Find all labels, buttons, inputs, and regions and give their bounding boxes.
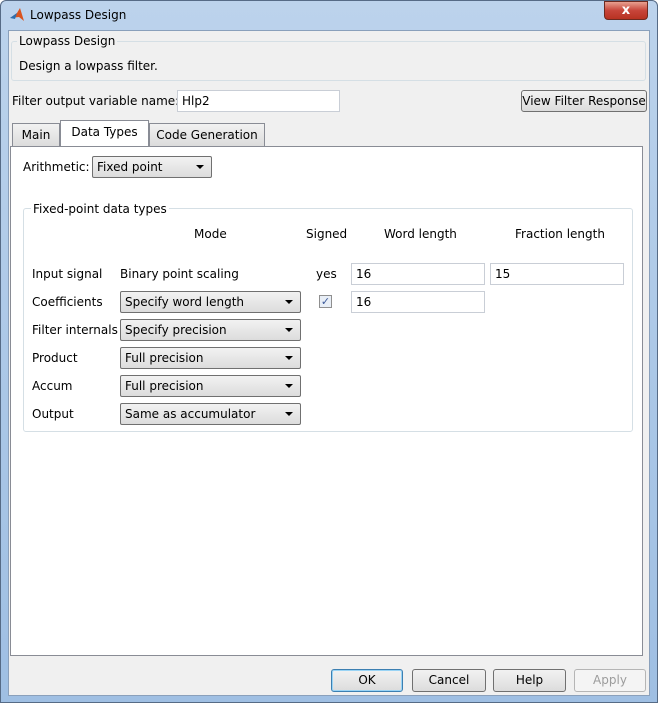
col-signed: Signed: [306, 227, 348, 241]
chevron-down-icon: [285, 328, 293, 332]
row-label-coefficients: Coefficients: [32, 295, 103, 309]
tab-data-types[interactable]: Data Types: [60, 120, 149, 146]
check-icon: ✓: [320, 295, 331, 308]
coefficients-mode-value: Specify word length: [125, 295, 245, 309]
input-signal-mode: Binary point scaling: [120, 267, 239, 281]
output-var-label: Filter output variable name:: [12, 94, 180, 108]
input-signal-word-length[interactable]: 16: [351, 263, 485, 285]
row-label-output: Output: [32, 407, 74, 421]
coefficients-word-length[interactable]: 16: [351, 291, 485, 313]
chevron-down-icon: [285, 384, 293, 388]
row-label-accum: Accum: [32, 379, 73, 393]
filter-internals-mode-select[interactable]: Specify precision: [120, 319, 301, 341]
header-group-title: Lowpass Design: [17, 34, 118, 48]
cancel-button[interactable]: Cancel: [412, 669, 486, 692]
accum-mode-select[interactable]: Full precision: [120, 375, 301, 397]
col-fraction-length: Fraction length: [515, 227, 605, 241]
view-filter-response-button[interactable]: View Filter Response: [521, 90, 647, 112]
fixed-point-group: [23, 208, 633, 432]
product-mode-value: Full precision: [125, 351, 204, 365]
input-signal-fraction-length[interactable]: 15: [490, 263, 624, 285]
chevron-down-icon: [285, 412, 293, 416]
input-signal-signed: yes: [316, 267, 337, 281]
window-title: Lowpass Design: [30, 8, 127, 22]
coefficients-signed-checkbox[interactable]: ✓: [319, 295, 332, 308]
header-description: Design a lowpass filter.: [19, 59, 158, 73]
matlab-logo-icon: [10, 8, 24, 21]
arithmetic-value: Fixed point: [97, 160, 163, 174]
coefficients-mode-select[interactable]: Specify word length: [120, 291, 301, 313]
output-var-input[interactable]: Hlp2: [177, 90, 340, 112]
row-label-product: Product: [32, 351, 78, 365]
output-mode-value: Same as accumulator: [125, 407, 256, 421]
apply-button[interactable]: Apply: [574, 669, 646, 692]
col-word-length: Word length: [384, 227, 457, 241]
fixed-point-title: Fixed-point data types: [31, 202, 169, 216]
arithmetic-select[interactable]: Fixed point: [92, 156, 212, 178]
filter-internals-mode-value: Specify precision: [125, 323, 227, 337]
chevron-down-icon: [285, 356, 293, 360]
col-mode: Mode: [194, 227, 227, 241]
chevron-down-icon: [285, 300, 293, 304]
row-label-filter-internals: Filter internals: [32, 323, 118, 337]
row-label-input-signal: Input signal: [32, 267, 103, 281]
chevron-down-icon: [196, 165, 204, 169]
tab-main[interactable]: Main: [12, 123, 60, 146]
tab-code-generation[interactable]: Code Generation: [149, 123, 265, 146]
product-mode-select[interactable]: Full precision: [120, 347, 301, 369]
close-button[interactable]: x: [604, 1, 648, 20]
help-button[interactable]: Help: [493, 669, 566, 692]
ok-button[interactable]: OK: [331, 669, 403, 692]
output-mode-select[interactable]: Same as accumulator: [120, 403, 301, 425]
accum-mode-value: Full precision: [125, 379, 204, 393]
arithmetic-label: Arithmetic:: [23, 160, 90, 174]
